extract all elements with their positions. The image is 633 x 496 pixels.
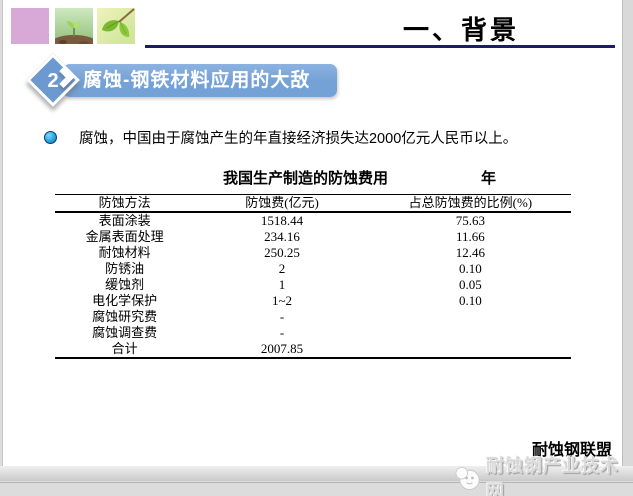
table-cell: 0.10 [370, 261, 571, 277]
watermark-logo-icon [455, 465, 480, 491]
table-cell: 腐蚀研究费 [55, 309, 194, 325]
table-cell: 250.25 [194, 245, 369, 261]
workspace-right-strip [622, 0, 633, 466]
table-cell: 防锈油 [55, 261, 194, 277]
table-row: 金属表面处理234.1611.66 [55, 229, 571, 245]
title-underline [145, 45, 615, 48]
table-cell: 腐蚀调查费 [55, 325, 194, 341]
slide-canvas: 一、背景 腐蚀-钢铁材料应用的大敌 2 腐蚀，中国由于腐蚀产生的年直接经济损失达… [3, 0, 622, 466]
table-row: 腐蚀调查费- [55, 325, 571, 341]
table-cell [370, 309, 571, 325]
table-cell: 2007.85 [194, 341, 369, 358]
table-cell: - [194, 309, 369, 325]
table-cell: 合计 [55, 341, 194, 358]
table-cell: 1518.44 [194, 212, 369, 229]
table-row: 防锈油20.10 [55, 261, 571, 277]
topic-banner: 腐蚀-钢铁材料应用的大敌 [63, 64, 337, 97]
table-cell: 1 [194, 277, 369, 293]
sprout-icon [55, 8, 93, 44]
column-header: 防蚀费(亿元) [194, 195, 369, 213]
cost-table: 防蚀方法防蚀费(亿元)占总防蚀费的比例(%) 表面涂装1518.4475.63金… [55, 194, 571, 359]
table-cell: 表面涂装 [55, 212, 194, 229]
table-cell [370, 325, 571, 341]
sprout-photo-image [55, 8, 93, 44]
table-title-year: 年 [481, 167, 496, 188]
table-row: 电化学保护1~20.10 [55, 293, 571, 309]
table-row: 合计2007.85 [55, 341, 571, 358]
column-header: 占总防蚀费的比例(%) [370, 195, 571, 213]
table-cell: 2 [194, 261, 369, 277]
table-row: 缓蚀剂10.05 [55, 277, 571, 293]
header-row: 防蚀方法防蚀费(亿元)占总防蚀费的比例(%) [55, 195, 571, 213]
table-cell: 0.05 [370, 277, 571, 293]
cost-table-head: 防蚀方法防蚀费(亿元)占总防蚀费的比例(%) [55, 195, 571, 213]
table-cell [370, 341, 571, 358]
table-cell: 75.63 [370, 212, 571, 229]
table-cell: - [194, 325, 369, 341]
section-title: 一、背景 [381, 10, 541, 47]
slide-left-edge [2, 0, 3, 466]
table-cell: 1~2 [194, 293, 369, 309]
table-cell: 12.46 [370, 245, 571, 261]
watermark-text: 耐蚀钢产业技术网 [486, 452, 633, 496]
table-row: 耐蚀材料250.2512.46 [55, 245, 571, 261]
bullet-text: 腐蚀，中国由于腐蚀产生的年直接经济损失达2000亿元人民币以上。 [79, 127, 619, 148]
slide-viewer-stage: 一、背景 腐蚀-钢铁材料应用的大敌 2 腐蚀，中国由于腐蚀产生的年直接经济损失达… [0, 0, 633, 496]
table-cell: 234.16 [194, 229, 369, 245]
site-watermark: 耐蚀钢产业技术网 [455, 452, 633, 496]
column-header: 防蚀方法 [55, 195, 194, 213]
table-cell: 缓蚀剂 [55, 277, 194, 293]
table-cell: 电化学保护 [55, 293, 194, 309]
table-title: 我国生产制造的防蚀费用 [223, 167, 388, 188]
table-cell: 0.10 [370, 293, 571, 309]
cost-table-body: 表面涂装1518.4475.63金属表面处理234.1611.66耐蚀材料250… [55, 212, 571, 358]
leaves-icon [97, 8, 135, 44]
table-cell: 耐蚀材料 [55, 245, 194, 261]
bullet-sphere-icon [44, 131, 57, 144]
purple-square-image [11, 8, 49, 44]
table-cell: 金属表面处理 [55, 229, 194, 245]
table-cell: 11.66 [370, 229, 571, 245]
table-row: 腐蚀研究费- [55, 309, 571, 325]
table-row: 表面涂装1518.4475.63 [55, 212, 571, 229]
leaves-photo-image [97, 8, 135, 44]
